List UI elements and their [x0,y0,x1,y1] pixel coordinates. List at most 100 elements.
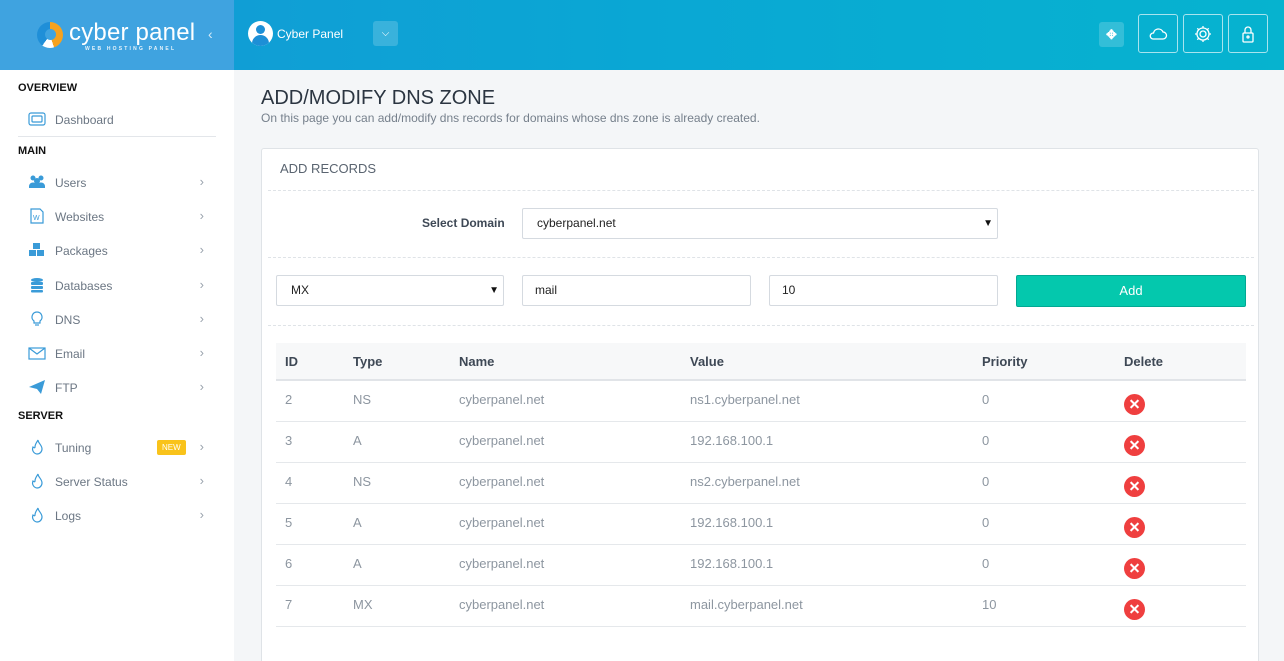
cell-priority: 0 [973,462,1115,504]
panel-heading: ADD RECORDS [280,161,377,176]
users-icon [29,175,45,188]
chevron-right-icon: › [199,473,204,488]
gear-icon [1195,26,1211,42]
divider [268,325,1254,326]
column-header-id: ID [276,343,344,381]
cell-id: 3 [276,421,344,463]
add-record-button[interactable]: Add [1016,275,1246,307]
section-title-overview: OVERVIEW [18,82,78,94]
cell-id: 7 [276,585,344,627]
sidebar-item-databases[interactable]: Databases › [18,270,216,300]
sidebar-item-logs[interactable]: Logs › [18,500,216,530]
cell-type: A [344,503,450,545]
column-header-name: Name [450,343,681,381]
cell-priority: 10 [973,585,1115,627]
dropdown-caret-icon: ▼ [489,285,499,296]
cell-type: A [344,544,450,586]
table-row: 7 MX cyberpanel.net mail.cyberpanel.net … [276,585,1246,627]
flame-icon [31,439,43,455]
sidebar: OVERVIEW Dashboard MAIN Users › W Websit… [0,70,234,661]
database-icon [31,278,43,293]
record-type-select[interactable]: MX ▼ [276,275,504,306]
delete-icon[interactable] [1124,394,1145,415]
top-header: cyber panel WEB HOSTING PANEL ‹ Cyber Pa… [0,0,1284,70]
sidebar-item-users[interactable]: Users › [18,167,216,197]
delete-icon[interactable] [1124,598,1145,620]
collapse-arrow-icon[interactable]: ‹ [208,26,213,42]
chevron-right-icon: › [199,439,204,454]
sidebar-item-label: Dashboard [55,113,114,127]
page-title: ADD/MODIFY DNS ZONE [261,87,496,109]
sidebar-item-email[interactable]: Email › [18,338,216,368]
cell-type: NS [344,462,450,504]
table-row: 4 NS cyberpanel.net ns2.cyberpanel.net 0 [276,462,1246,504]
column-header-type: Type [344,343,450,381]
cell-type: A [344,421,450,463]
cell-id: 2 [276,380,344,422]
add-records-panel: ADD RECORDS Select Domain cyberpanel.net… [261,148,1259,661]
cell-value: ns1.cyberpanel.net [681,380,973,422]
cell-delete [1115,380,1246,422]
sidebar-item-label: Users [55,176,87,190]
cell-value: 192.168.100.1 [681,503,973,545]
priority-input[interactable]: 10 [769,275,998,306]
sidebar-item-ftp[interactable]: FTP › [18,372,216,402]
chevron-right-icon: › [199,208,204,223]
lock-icon [1242,26,1254,43]
user-name[interactable]: Cyber Panel [277,27,343,41]
sidebar-item-packages[interactable]: Packages › [18,235,216,265]
logo-subtext: WEB HOSTING PANEL [85,46,177,52]
cell-delete [1115,503,1246,545]
sidebar-item-websites[interactable]: W Websites › [18,201,216,231]
sidebar-item-server-status[interactable]: Server Status › [18,466,216,496]
select-domain-label: Select Domain [422,216,505,230]
table-header-row: ID Type Name Value Priority Delete [276,343,1246,381]
cyberpanel-logo-icon [37,22,63,48]
record-name-input[interactable]: mail [522,275,751,306]
cell-priority: 0 [973,380,1115,422]
column-header-value: Value [681,343,973,381]
logo-area[interactable]: cyber panel WEB HOSTING PANEL ‹ [0,0,234,70]
section-title-server: SERVER [18,410,64,422]
delete-icon[interactable] [1124,516,1145,538]
divider [18,136,216,137]
sidebar-item-dns[interactable]: DNS › [18,304,216,334]
cell-value: 192.168.100.1 [681,421,973,463]
domain-select[interactable]: cyberpanel.net ▼ [522,208,998,239]
lock-button[interactable] [1228,14,1268,53]
flame-icon [31,507,43,523]
fullscreen-icon[interactable]: ✥ [1099,22,1124,47]
user-avatar-icon[interactable] [248,21,273,46]
paper-plane-icon [29,380,45,394]
settings-button[interactable] [1183,14,1223,53]
cell-name: cyberpanel.net [450,544,681,586]
table-row: 6 A cyberpanel.net 192.168.100.1 0 [276,544,1246,586]
cell-value: mail.cyberpanel.net [681,585,973,627]
cell-id: 6 [276,544,344,586]
cell-priority: 0 [973,503,1115,545]
chevron-right-icon: › [199,277,204,292]
delete-icon[interactable] [1124,434,1145,456]
cell-id: 5 [276,503,344,545]
cloud-button[interactable] [1138,14,1178,53]
sidebar-item-label: Logs [55,509,82,523]
cell-id: 4 [276,462,344,504]
cell-priority: 0 [973,421,1115,463]
delete-icon[interactable] [1124,557,1145,579]
sidebar-item-dashboard[interactable]: Dashboard [18,104,216,134]
divider [268,190,1254,191]
new-badge: NEW [157,440,186,455]
table-row: 2 NS cyberpanel.net ns1.cyberpanel.net 0 [276,380,1246,422]
table-row: 3 A cyberpanel.net 192.168.100.1 0 [276,421,1246,463]
cell-delete [1115,585,1246,627]
chevron-down-icon[interactable]: ⌵ [373,21,398,46]
priority-value: 10 [782,283,796,297]
page-description: On this page you can add/modify dns reco… [261,111,760,125]
chevron-right-icon: › [199,242,204,257]
chevron-right-icon: › [199,345,204,360]
cell-priority: 0 [973,544,1115,586]
delete-icon[interactable] [1124,475,1145,497]
sidebar-item-tuning[interactable]: Tuning NEW › [18,432,216,462]
dashboard-icon [28,112,46,126]
column-header-priority: Priority [973,343,1115,381]
